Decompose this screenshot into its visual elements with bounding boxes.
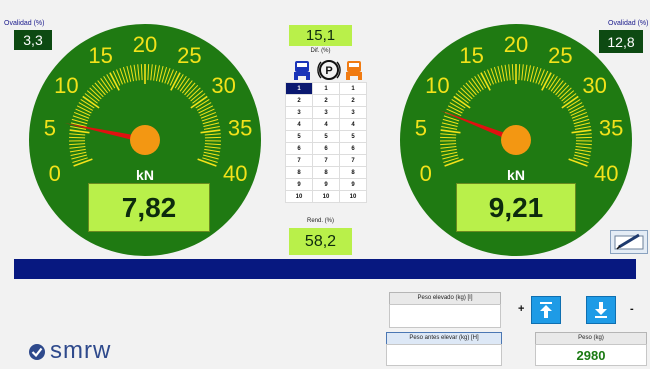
gear-cell[interactable]: 1 bbox=[285, 82, 313, 95]
gear-row: 222 bbox=[285, 94, 367, 107]
gear-cell[interactable]: 7 bbox=[339, 154, 367, 167]
gear-cell[interactable]: 5 bbox=[312, 130, 340, 143]
left-scale-tick bbox=[204, 136, 221, 139]
gear-cell[interactable]: 4 bbox=[339, 118, 367, 131]
right-scale-label: 15 bbox=[459, 43, 483, 68]
gear-row: 555 bbox=[285, 130, 367, 143]
left-scale-label: 0 bbox=[49, 161, 61, 186]
gear-cell[interactable]: 9 bbox=[285, 178, 313, 191]
right-scale-label: 30 bbox=[582, 73, 606, 98]
lower-button[interactable] bbox=[586, 296, 616, 324]
right-scale-label: 25 bbox=[548, 43, 572, 68]
right-scale-label: 40 bbox=[594, 161, 618, 186]
rend-value: 58,2 bbox=[289, 228, 352, 255]
gear-row: 111 bbox=[285, 82, 367, 95]
gear-cell[interactable]: 4 bbox=[312, 118, 340, 131]
left-scale-label: 5 bbox=[44, 115, 56, 140]
gear-cell[interactable]: 5 bbox=[339, 130, 367, 143]
parking-symbol: P bbox=[325, 65, 332, 77]
left-scale-label: 10 bbox=[54, 73, 78, 98]
gear-row: 10 10 10 bbox=[285, 190, 367, 203]
right-needle-hub bbox=[501, 125, 531, 155]
gear-cell[interactable]: 9 bbox=[312, 178, 340, 191]
parking-icon: P bbox=[317, 60, 341, 80]
gear-cell[interactable]: 7 bbox=[312, 154, 340, 167]
gear-cell[interactable]: 10 bbox=[312, 190, 340, 203]
gear-cell[interactable]: 5 bbox=[285, 130, 313, 143]
gear-cell[interactable]: 10 bbox=[285, 190, 313, 203]
brand-logo: smrw bbox=[50, 337, 112, 364]
gear-cell[interactable]: 6 bbox=[339, 142, 367, 155]
raise-button[interactable] bbox=[531, 296, 561, 324]
left-scale-label: 40 bbox=[223, 161, 247, 186]
left-scale-label: 25 bbox=[177, 43, 201, 68]
pen-edit-icon bbox=[614, 233, 644, 250]
right-scale-label: 10 bbox=[425, 73, 449, 98]
gear-cell[interactable]: 3 bbox=[285, 106, 313, 119]
gear-cell[interactable]: 6 bbox=[285, 142, 313, 155]
gear-cell[interactable]: 6 bbox=[312, 142, 340, 155]
right-scale-label: 35 bbox=[599, 115, 623, 140]
gear-cell[interactable]: 4 bbox=[285, 118, 313, 131]
check-chevron-icon bbox=[29, 344, 45, 360]
left-unit-label: kN bbox=[136, 167, 154, 183]
truck-orange-icon bbox=[346, 61, 362, 80]
gear-cell[interactable]: 8 bbox=[339, 166, 367, 179]
right-scale-tick bbox=[440, 136, 457, 139]
left-scale-label: 30 bbox=[211, 73, 235, 98]
right-scale-tick bbox=[575, 136, 592, 139]
left-scale-tick bbox=[69, 136, 86, 139]
gear-cell[interactable]: 8 bbox=[312, 166, 340, 179]
left-scale-label: 20 bbox=[133, 32, 157, 57]
peso-value: 2980 bbox=[535, 344, 647, 366]
gear-row: 444 bbox=[285, 118, 367, 131]
right-scale-label: 5 bbox=[415, 115, 427, 140]
plus-sign: + bbox=[518, 303, 525, 315]
gear-cell[interactable]: 1 bbox=[339, 82, 367, 95]
gear-cell[interactable]: 2 bbox=[339, 94, 367, 107]
separator-bar bbox=[14, 259, 636, 279]
minus-sign: - bbox=[630, 303, 634, 315]
gear-cell[interactable]: 7 bbox=[285, 154, 313, 167]
gear-cell[interactable]: 2 bbox=[312, 94, 340, 107]
dif-value: 15,1 bbox=[289, 25, 352, 46]
right-scale-label: 20 bbox=[504, 32, 528, 57]
peso-elevado-field[interactable] bbox=[389, 304, 501, 328]
left-force-readout: 7,82 bbox=[88, 183, 210, 232]
gear-row: 777 bbox=[285, 154, 367, 167]
gear-table: 1 1 1 2 2 2 3 3 3 4 4 4 5 5 5 6 6 6 7 7 7 8 8 8 9 9 9 10 10 10 bbox=[285, 82, 367, 203]
peso-antes-field[interactable] bbox=[386, 344, 502, 366]
left-needle-hub bbox=[130, 125, 160, 155]
truck-blue-icon bbox=[294, 61, 310, 80]
right-unit-label: kN bbox=[507, 167, 525, 183]
gear-cell[interactable]: 2 bbox=[285, 94, 313, 107]
left-scale-label: 15 bbox=[88, 43, 112, 68]
right-scale-label: 0 bbox=[420, 161, 432, 186]
gear-cell[interactable]: 10 bbox=[339, 190, 367, 203]
gear-cell[interactable]: 8 bbox=[285, 166, 313, 179]
left-scale-label: 35 bbox=[228, 115, 252, 140]
rend-label: Rend. (%) bbox=[306, 218, 334, 224]
gear-row: 888 bbox=[285, 166, 367, 179]
arrow-up-icon bbox=[540, 302, 552, 318]
dif-label: Dif. (%) bbox=[310, 48, 331, 54]
gear-row: 333 bbox=[285, 106, 367, 119]
gear-cell[interactable]: 9 bbox=[339, 178, 367, 191]
arrow-down-icon bbox=[595, 302, 607, 318]
gear-row: 999 bbox=[285, 178, 367, 191]
gear-row: 666 bbox=[285, 142, 367, 155]
gear-cell[interactable]: 1 bbox=[312, 82, 340, 95]
gear-cell[interactable]: 3 bbox=[339, 106, 367, 119]
edit-button[interactable] bbox=[610, 230, 648, 254]
gear-cell[interactable]: 3 bbox=[312, 106, 340, 119]
right-force-readout: 9,21 bbox=[456, 183, 576, 232]
